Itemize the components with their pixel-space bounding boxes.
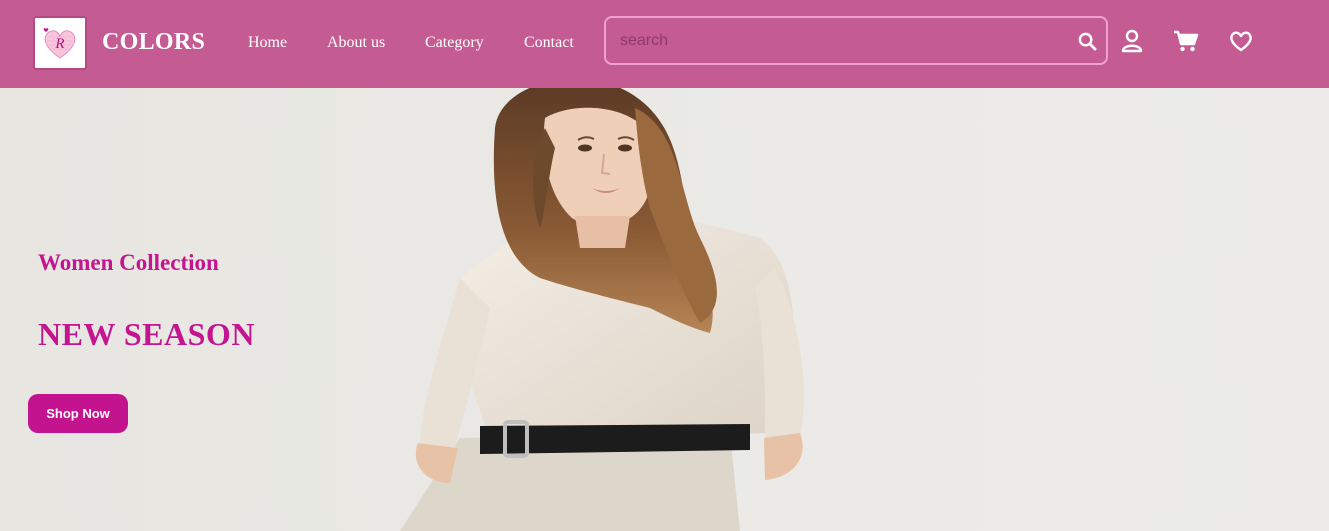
account-button[interactable] bbox=[1119, 28, 1145, 54]
hero-title: NEW SEASON bbox=[38, 316, 255, 352]
top-navbar: R COLORS Home About us Category Contact bbox=[0, 0, 1329, 88]
shop-now-button[interactable]: Shop Now bbox=[28, 394, 128, 433]
cart-button[interactable] bbox=[1173, 28, 1199, 54]
cart-icon bbox=[1174, 30, 1199, 52]
heart-icon bbox=[1230, 31, 1252, 52]
nav-about-us[interactable]: About us bbox=[327, 34, 385, 52]
nav-home[interactable]: Home bbox=[248, 34, 287, 52]
nav-contact[interactable]: Contact bbox=[524, 34, 574, 52]
search-icon bbox=[1078, 32, 1097, 51]
hero-banner: Women Collection NEW SEASON Shop Now bbox=[0, 88, 1329, 531]
user-icon bbox=[1121, 29, 1143, 53]
hero-model-image bbox=[400, 88, 804, 531]
nav-category[interactable]: Category bbox=[425, 34, 484, 52]
search-button[interactable] bbox=[1076, 30, 1098, 52]
search-bar bbox=[604, 16, 1108, 65]
heart-logo-icon: R bbox=[43, 28, 76, 59]
brand-logo[interactable]: R bbox=[33, 16, 87, 70]
logo-letter: R bbox=[54, 36, 64, 52]
brand-name[interactable]: COLORS bbox=[102, 29, 205, 56]
wishlist-button[interactable] bbox=[1228, 28, 1254, 54]
search-input[interactable] bbox=[620, 26, 1060, 56]
hero-subtitle: Women Collection bbox=[38, 250, 219, 275]
